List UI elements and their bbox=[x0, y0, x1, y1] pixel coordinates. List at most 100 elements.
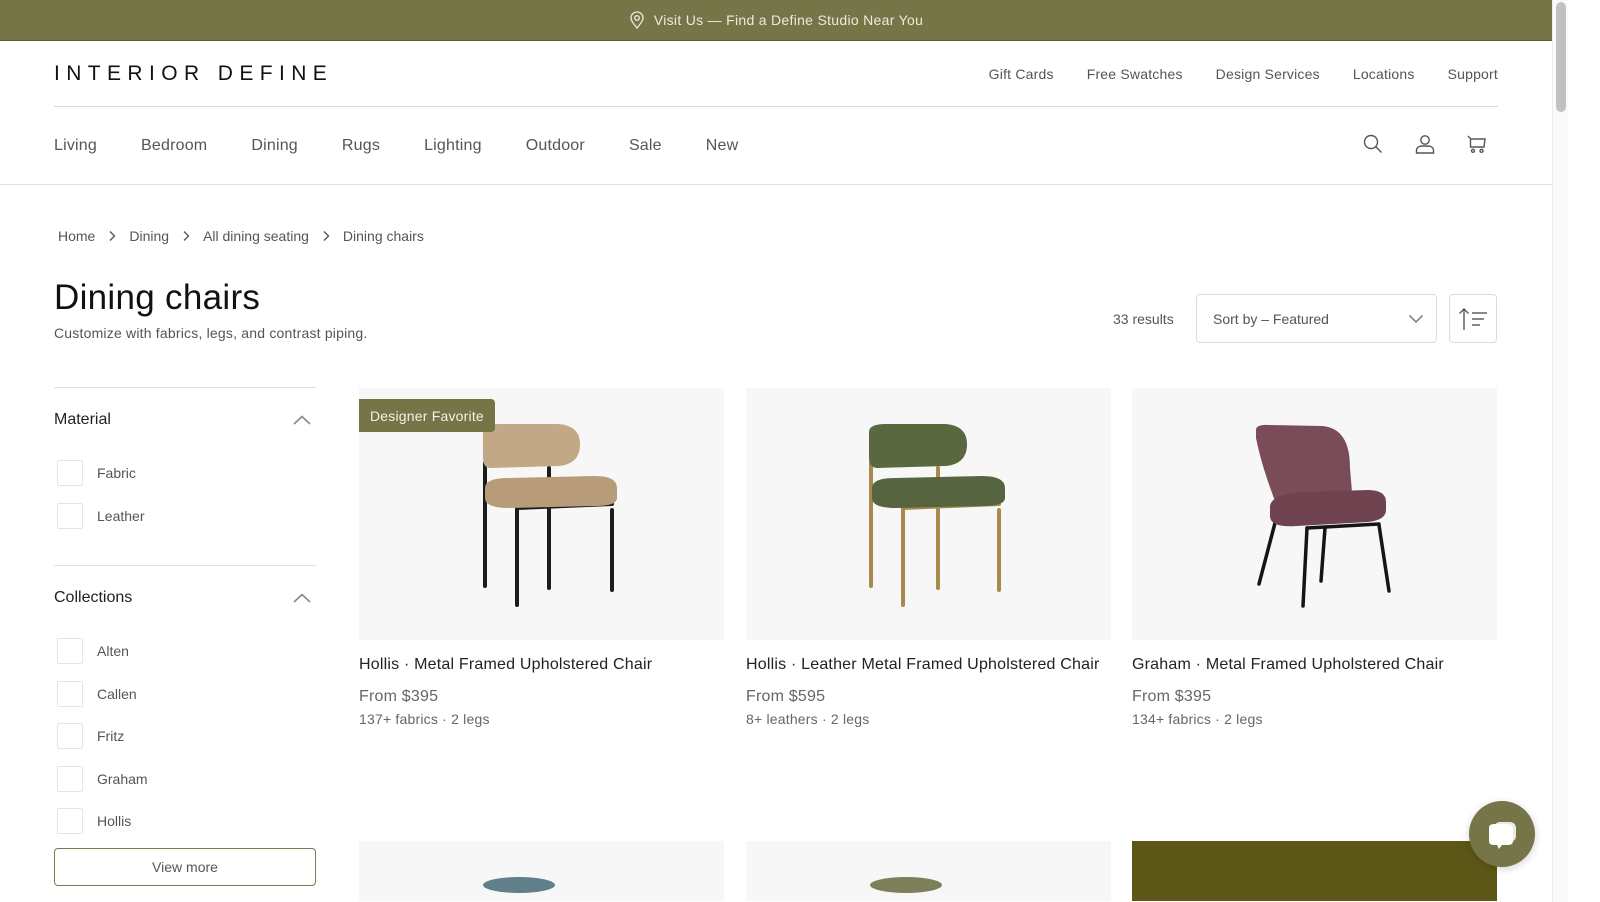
filter-option-fabric[interactable]: Fabric bbox=[54, 452, 316, 495]
chat-button[interactable] bbox=[1469, 801, 1535, 867]
filter-option-hollis[interactable]: Hollis bbox=[54, 800, 316, 843]
checkbox[interactable] bbox=[57, 502, 83, 529]
nav-bedroom[interactable]: Bedroom bbox=[141, 137, 207, 155]
util-link-gift-cards[interactable]: Gift Cards bbox=[989, 66, 1054, 82]
product-card[interactable] bbox=[746, 841, 1111, 901]
util-link-design-services[interactable]: Design Services bbox=[1216, 66, 1320, 82]
product-name[interactable]: Graham · Metal Framed Upholstered Chair bbox=[1132, 656, 1497, 674]
nav-living[interactable]: Living bbox=[54, 137, 97, 155]
option-label: Leather bbox=[97, 507, 145, 524]
util-link-free-swatches[interactable]: Free Swatches bbox=[1087, 66, 1183, 82]
chair-image-hollis-leather bbox=[869, 424, 1005, 607]
product-price: From $595 bbox=[746, 688, 826, 705]
chair-image-partial bbox=[483, 877, 555, 893]
filter-option-alten[interactable]: Alten bbox=[54, 630, 316, 673]
logo[interactable]: INTERIOR DEFINE bbox=[54, 62, 333, 86]
breadcrumb-dining[interactable]: Dining bbox=[129, 228, 169, 244]
checkbox[interactable] bbox=[57, 460, 83, 487]
breadcrumb-current: Dining chairs bbox=[342, 228, 424, 244]
scrollbar[interactable] bbox=[1552, 0, 1568, 902]
promo-text[interactable]: Visit Us — Find a Define Studio Near You bbox=[654, 12, 923, 28]
product-image[interactable] bbox=[359, 841, 724, 901]
sort-ascending-icon bbox=[1459, 307, 1487, 330]
breadcrumb: Home Dining All dining seating Dining ch… bbox=[58, 228, 424, 244]
sort-direction-button[interactable] bbox=[1449, 294, 1497, 343]
filter-sidebar: Material Fabric Leather Collections Alte… bbox=[54, 387, 316, 886]
chair-image-graham bbox=[1256, 424, 1391, 608]
product-image[interactable] bbox=[746, 841, 1111, 901]
filter-group-collections: Collections Alten Callen Fritz Graham Ho… bbox=[54, 565, 316, 886]
option-label: Graham bbox=[97, 770, 148, 787]
checkbox[interactable] bbox=[57, 808, 83, 835]
view-more-button[interactable]: View more bbox=[54, 847, 316, 886]
product-card[interactable]: Graham · Metal Framed Upholstered Chair … bbox=[1132, 388, 1497, 727]
filter-header-collections[interactable]: Collections bbox=[54, 566, 316, 630]
product-image[interactable] bbox=[746, 388, 1111, 640]
filter-option-graham[interactable]: Graham bbox=[54, 758, 316, 801]
product-image[interactable]: Designer Favorite bbox=[359, 388, 724, 640]
search-icon[interactable] bbox=[1362, 132, 1384, 156]
filter-option-leather[interactable]: Leather bbox=[54, 495, 316, 538]
nav-outdoor[interactable]: Outdoor bbox=[526, 137, 585, 155]
product-price: From $395 bbox=[1132, 688, 1212, 705]
chevron-up-icon[interactable] bbox=[292, 592, 312, 604]
filter-option-fritz[interactable]: Fritz bbox=[54, 715, 316, 758]
checkbox[interactable] bbox=[57, 680, 83, 707]
page: Visit Us — Find a Define Studio Near You… bbox=[0, 0, 1552, 902]
product-name[interactable]: Hollis · Metal Framed Upholstered Chair bbox=[359, 656, 724, 674]
product-price: From $395 bbox=[359, 688, 439, 705]
breadcrumb-home[interactable]: Home bbox=[58, 228, 95, 244]
nav-sale[interactable]: Sale bbox=[629, 137, 662, 155]
window-edge bbox=[1568, 0, 1600, 902]
chair-legs bbox=[1257, 521, 1391, 608]
chevron-right-icon bbox=[182, 230, 190, 242]
chevron-right-icon bbox=[108, 230, 116, 242]
checkbox[interactable] bbox=[57, 638, 83, 665]
filter-header-material[interactable]: Material bbox=[54, 388, 316, 452]
account-icon[interactable] bbox=[1414, 132, 1436, 156]
chevron-up-icon[interactable] bbox=[292, 414, 312, 426]
chat-icon bbox=[1489, 822, 1516, 849]
product-name[interactable]: Hollis · Leather Metal Framed Upholstere… bbox=[746, 656, 1111, 674]
option-label: Fritz bbox=[97, 728, 125, 745]
chair-backrest bbox=[483, 424, 581, 468]
filter-title: Collections bbox=[54, 589, 133, 606]
results-count: 33 results bbox=[1113, 311, 1174, 327]
checkbox[interactable] bbox=[57, 723, 83, 750]
page-title: Dining chairs bbox=[54, 278, 261, 317]
chair-image-partial bbox=[870, 877, 942, 893]
nav-rugs[interactable]: Rugs bbox=[342, 137, 380, 155]
breadcrumb-all-dining-seating[interactable]: All dining seating bbox=[203, 228, 309, 244]
cart-icon[interactable] bbox=[1466, 132, 1488, 156]
product-card[interactable]: Hollis · Leather Metal Framed Upholstere… bbox=[746, 388, 1111, 727]
sort-select-value: Sort by – Featured bbox=[1213, 310, 1329, 327]
chevron-down-icon bbox=[1408, 314, 1424, 323]
utility-nav: Gift Cards Free Swatches Design Services… bbox=[989, 66, 1498, 82]
product-card[interactable] bbox=[1132, 841, 1497, 901]
option-label: Callen bbox=[97, 685, 137, 702]
scrollbar-thumb[interactable] bbox=[1556, 2, 1566, 112]
filter-option-callen[interactable]: Callen bbox=[54, 673, 316, 716]
util-link-locations[interactable]: Locations bbox=[1353, 66, 1415, 82]
product-card[interactable] bbox=[359, 841, 724, 901]
map-pin-icon bbox=[630, 11, 644, 29]
nav-new[interactable]: New bbox=[706, 137, 739, 155]
util-link-support[interactable]: Support bbox=[1448, 66, 1498, 82]
nav-dining[interactable]: Dining bbox=[251, 137, 298, 155]
option-label: Fabric bbox=[97, 465, 136, 482]
product-options: 8+ leathers · 2 legs bbox=[746, 711, 870, 727]
filter-title: Material bbox=[54, 411, 111, 428]
product-image[interactable] bbox=[1132, 841, 1497, 901]
product-badge: Designer Favorite bbox=[359, 399, 495, 432]
product-image[interactable] bbox=[1132, 388, 1497, 640]
option-label: Hollis bbox=[97, 813, 132, 830]
filter-group-material: Material Fabric Leather bbox=[54, 387, 316, 565]
nav-lighting[interactable]: Lighting bbox=[424, 137, 482, 155]
page-subtitle: Customize with fabrics, legs, and contra… bbox=[54, 325, 368, 341]
product-card[interactable]: Designer Favorite Hollis · Metal Framed … bbox=[359, 388, 724, 727]
sort-select[interactable]: Sort by – Featured bbox=[1196, 294, 1437, 343]
chevron-right-icon bbox=[322, 230, 330, 242]
chair-seat bbox=[872, 476, 1005, 508]
checkbox[interactable] bbox=[57, 765, 83, 792]
promo-bar[interactable]: Visit Us — Find a Define Studio Near You bbox=[0, 0, 1552, 41]
